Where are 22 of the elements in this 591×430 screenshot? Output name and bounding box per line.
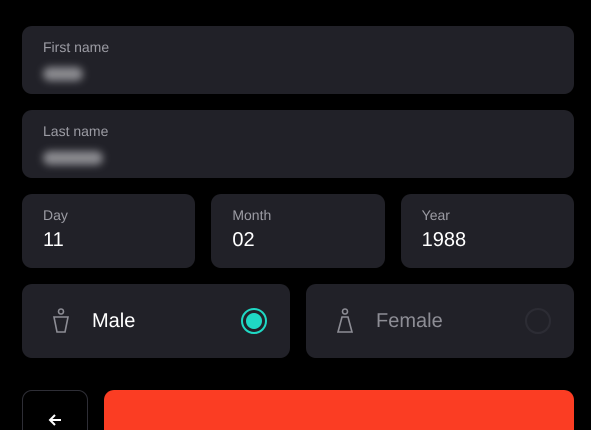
date-field[interactable]: Month 02 [211, 194, 385, 268]
field-label: First name [43, 39, 110, 55]
field-label: Year [422, 207, 451, 223]
date-field[interactable]: Year 1988 [400, 194, 574, 268]
gender-option[interactable]: Female [306, 284, 574, 358]
field-value: 02 [232, 229, 256, 252]
arrow-left-icon [48, 413, 62, 427]
text-field[interactable]: Last name [22, 110, 574, 178]
field-label: Month [232, 207, 272, 223]
option-label: Female [376, 310, 444, 332]
field-label: Day [43, 207, 69, 223]
option-label: Male [92, 310, 136, 332]
field-value: 1988 [422, 229, 468, 252]
female-icon [336, 308, 354, 334]
date-field[interactable]: Day 11 [22, 194, 196, 268]
text-field[interactable]: First name [22, 26, 574, 94]
field-value: 11 [43, 229, 65, 252]
blurred-value [43, 67, 83, 81]
field-label: Last name [43, 123, 110, 139]
gender-option[interactable]: Male [22, 284, 290, 358]
male-icon [52, 308, 70, 334]
blurred-value [43, 151, 103, 165]
